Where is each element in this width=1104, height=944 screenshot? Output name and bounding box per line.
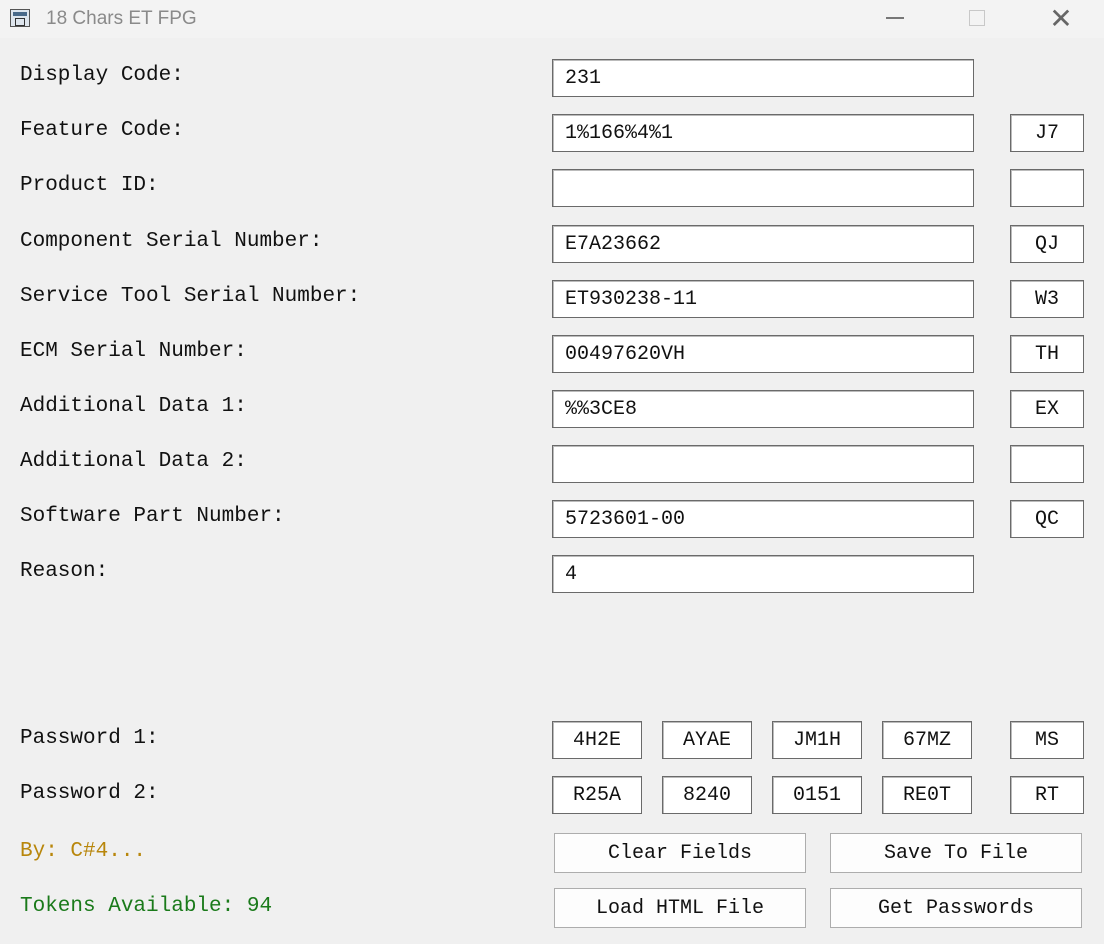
software-part-label: Software Part Number:	[20, 505, 285, 528]
minimize-button[interactable]	[872, 0, 918, 36]
maximize-icon	[969, 10, 985, 26]
password-2-part-2: 8240	[662, 776, 752, 814]
password-2-label: Password 2:	[20, 782, 159, 805]
load-html-file-button[interactable]: Load HTML File	[554, 888, 806, 928]
reason-label: Reason:	[20, 560, 109, 583]
password-1-part-1: 4H2E	[552, 721, 642, 759]
feature-code-check: J7	[1010, 114, 1084, 152]
password-2-part-3: 0151	[772, 776, 862, 814]
software-part-check: QC	[1010, 500, 1084, 538]
password-1-check: MS	[1010, 721, 1084, 759]
maximize-button[interactable]	[954, 0, 1000, 36]
service-tool-serial-label: Service Tool Serial Number:	[20, 285, 361, 308]
window-title: 18 Chars ET FPG	[46, 8, 197, 29]
password-1-part-2: AYAE	[662, 721, 752, 759]
password-1-label: Password 1:	[20, 727, 159, 750]
password-2-part-4: RE0T	[882, 776, 972, 814]
product-id-check	[1010, 169, 1084, 207]
password-1-part-4: 67MZ	[882, 721, 972, 759]
password-2-part-1: R25A	[552, 776, 642, 814]
service-tool-serial-check: W3	[1010, 280, 1084, 318]
save-to-file-button[interactable]: Save To File	[830, 833, 1082, 873]
service-tool-serial-field[interactable]	[552, 280, 974, 318]
additional-data-1-field[interactable]	[552, 390, 974, 428]
component-serial-field[interactable]	[552, 225, 974, 263]
password-2-check: RT	[1010, 776, 1084, 814]
ecm-serial-label: ECM Serial Number:	[20, 340, 247, 363]
feature-code-field[interactable]	[552, 114, 974, 152]
additional-data-2-check	[1010, 445, 1084, 483]
app-icon	[10, 9, 30, 27]
display-code-field[interactable]	[552, 59, 974, 97]
reason-field[interactable]	[552, 555, 974, 593]
tokens-available: Tokens Available: 94	[20, 895, 273, 918]
additional-data-1-check: EX	[1010, 390, 1084, 428]
additional-data-2-field[interactable]	[552, 445, 974, 483]
additional-data-1-label: Additional Data 1:	[20, 395, 247, 418]
product-id-field[interactable]	[552, 169, 974, 207]
ecm-serial-field[interactable]	[552, 335, 974, 373]
component-serial-check: QJ	[1010, 225, 1084, 263]
minimize-icon	[886, 17, 904, 19]
close-button[interactable]: ✕	[1038, 0, 1084, 36]
product-id-label: Product ID:	[20, 174, 159, 197]
additional-data-2-label: Additional Data 2:	[20, 450, 247, 473]
close-icon: ✕	[1049, 1, 1073, 35]
display-code-label: Display Code:	[20, 64, 184, 87]
software-part-field[interactable]	[552, 500, 974, 538]
title-bar: 18 Chars ET FPG ✕	[0, 0, 1104, 38]
get-passwords-button[interactable]: Get Passwords	[830, 888, 1082, 928]
feature-code-label: Feature Code:	[20, 119, 184, 142]
ecm-serial-check: TH	[1010, 335, 1084, 373]
component-serial-label: Component Serial Number:	[20, 230, 323, 253]
clear-fields-button[interactable]: Clear Fields	[554, 833, 806, 873]
password-1-part-3: JM1H	[772, 721, 862, 759]
credit-text: By: C#4...	[20, 840, 147, 863]
